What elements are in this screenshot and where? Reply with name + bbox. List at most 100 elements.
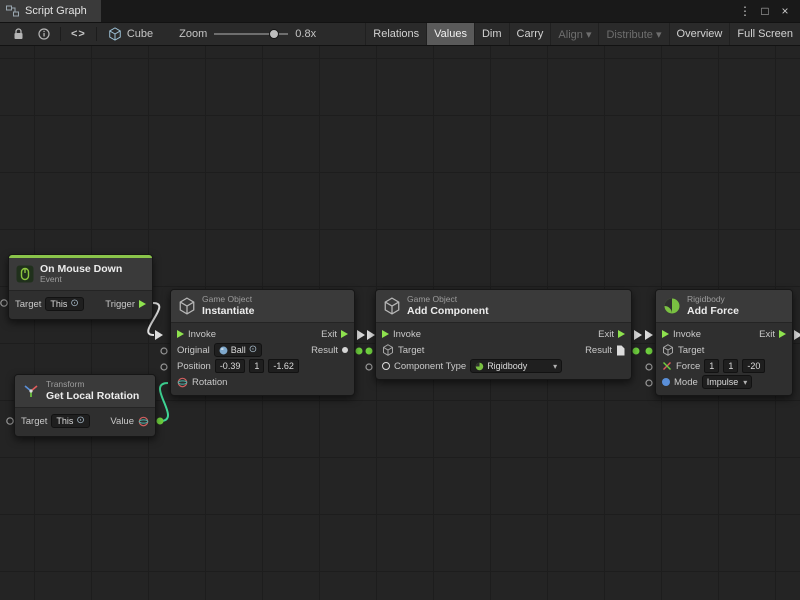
node-on-mouse-down[interactable]: On Mouse Down Event Target This ⊙ Trigge…: [8, 254, 153, 320]
info-icon[interactable]: [31, 23, 57, 45]
result-port-icon[interactable]: [342, 347, 348, 353]
node-category: Transform: [46, 380, 139, 390]
dropdown-caret-icon: ▾: [553, 362, 557, 371]
rotation-icon: [177, 377, 188, 388]
align-button[interactable]: Align ▾: [550, 23, 598, 45]
tab-script-graph[interactable]: Script Graph: [0, 0, 101, 22]
rotation-label: Rotation: [192, 377, 227, 388]
node-header[interactable]: Transform Get Local Rotation: [15, 375, 155, 408]
graph-canvas[interactable]: On Mouse Down Event Target This ⊙ Trigge…: [0, 46, 800, 600]
node-title: Get Local Rotation: [46, 390, 139, 402]
port-addcomponent-target[interactable]: [366, 348, 373, 355]
toolbar-separator: [96, 27, 97, 41]
node-header[interactable]: Game Object Add Component: [376, 290, 631, 323]
maximize-icon[interactable]: □: [756, 0, 774, 22]
target-label: Target: [398, 345, 424, 356]
target-label: Target: [678, 345, 704, 356]
toolbar-separator: [60, 27, 61, 41]
node-title: Add Component: [407, 305, 489, 317]
port-transform-target[interactable]: [7, 418, 13, 424]
node-add-component[interactable]: Game Object Add Component Invoke Exit: [375, 289, 632, 380]
port-instantiate-exit[interactable]: [357, 330, 365, 340]
zoom-slider[interactable]: [214, 28, 288, 40]
port-addcomponent-componenttype[interactable]: [366, 364, 372, 370]
node-title: Add Force: [687, 305, 739, 317]
force-x-input[interactable]: 1: [704, 359, 719, 373]
flow-out-arrow-icon[interactable]: [618, 330, 625, 338]
exit-label: Exit: [759, 329, 775, 340]
menu-icon[interactable]: ⋮: [736, 0, 754, 22]
object-picker-icon[interactable]: ⊙: [70, 299, 78, 309]
component-type-dropdown[interactable]: Rigidbody ▾: [470, 359, 562, 373]
flow-out-arrow-icon[interactable]: [341, 330, 348, 338]
close-icon[interactable]: ×: [776, 0, 794, 22]
mode-dropdown[interactable]: Impulse ▾: [702, 375, 753, 389]
port-instantiate-invoke[interactable]: [155, 330, 163, 340]
port-instantiate-result[interactable]: [356, 348, 363, 355]
overview-button[interactable]: Overview: [669, 23, 730, 45]
flow-in-arrow-icon[interactable]: [382, 330, 389, 338]
object-picker-icon[interactable]: ⊙: [249, 345, 257, 355]
lock-icon[interactable]: [6, 23, 31, 45]
relations-button[interactable]: Relations: [365, 23, 426, 45]
port-addcomponent-result[interactable]: [633, 348, 640, 355]
node-header[interactable]: Rigidbody Add Force: [656, 290, 792, 323]
graph-target[interactable]: Cube: [100, 27, 161, 41]
dropdown-caret-icon: ▾: [743, 378, 747, 387]
port-addcomponent-invoke[interactable]: [367, 330, 375, 340]
mouse-icon: [16, 265, 34, 283]
position-y-input[interactable]: 1: [249, 359, 264, 373]
dim-button[interactable]: Dim: [474, 23, 509, 45]
port-addforce-invoke[interactable]: [645, 330, 653, 340]
port-transform-value[interactable]: [157, 418, 164, 425]
values-button[interactable]: Values: [426, 23, 474, 45]
object-picker-icon[interactable]: ⊙: [76, 416, 84, 426]
rotation-icon: [138, 416, 149, 427]
flow-in-arrow-icon[interactable]: [662, 330, 669, 338]
port-instantiate-position[interactable]: [161, 364, 167, 370]
port-addforce-mode[interactable]: [646, 380, 652, 386]
cube-icon: [108, 27, 122, 41]
component-doc-icon: [616, 345, 625, 356]
gameobject-small-icon: [382, 344, 394, 356]
fullscreen-button[interactable]: Full Screen: [729, 23, 800, 45]
port-onmousedown-target[interactable]: [1, 300, 7, 306]
target-object-field[interactable]: This ⊙: [51, 414, 89, 428]
distribute-button[interactable]: Distribute ▾: [598, 23, 668, 45]
gameobject-icon: [383, 297, 401, 315]
transform-icon: [22, 382, 40, 400]
zoom-knob[interactable]: [269, 29, 279, 39]
wire-rotation-value[interactable]: [160, 383, 168, 421]
toolbar-buttons: Relations Values Dim Carry Align ▾ Distr…: [365, 23, 800, 45]
port-addforce-force[interactable]: [646, 364, 652, 370]
position-x-input[interactable]: -0.39: [215, 359, 246, 373]
position-label: Position: [177, 361, 211, 372]
flow-in-arrow-icon[interactable]: [177, 330, 184, 338]
forcemode-icon: [662, 378, 670, 386]
port-addforce-exit[interactable]: [794, 330, 800, 340]
carry-button[interactable]: Carry: [509, 23, 551, 45]
rigidbody-small-icon: [475, 362, 484, 371]
window-controls: ⋮ □ ×: [736, 0, 800, 22]
zoom-value: 0.8x: [295, 28, 316, 40]
original-object-field[interactable]: Ball ⊙: [214, 343, 262, 357]
port-instantiate-original[interactable]: [161, 348, 167, 354]
trigger-label: Trigger: [105, 299, 135, 310]
flow-out-arrow-icon[interactable]: [139, 300, 146, 308]
port-addcomponent-exit[interactable]: [634, 330, 642, 340]
force-label: Force: [676, 361, 700, 372]
force-y-input[interactable]: 1: [723, 359, 738, 373]
code-view-icon[interactable]: <>: [64, 23, 93, 45]
flow-out-arrow-icon[interactable]: [779, 330, 786, 338]
node-add-force[interactable]: Rigidbody Add Force Invoke Exit: [655, 289, 793, 396]
node-header[interactable]: Game Object Instantiate: [171, 290, 354, 323]
titlebar: Script Graph ⋮ □ ×: [0, 0, 800, 22]
port-addforce-target[interactable]: [646, 348, 653, 355]
vector3-icon: [662, 361, 672, 371]
target-object-field[interactable]: This ⊙: [45, 297, 83, 311]
node-header[interactable]: On Mouse Down Event: [9, 258, 152, 291]
node-instantiate[interactable]: Game Object Instantiate Invoke Exit Orig…: [170, 289, 355, 396]
node-get-local-rotation[interactable]: Transform Get Local Rotation Target This…: [14, 374, 156, 437]
position-z-input[interactable]: -1.62: [268, 359, 299, 373]
force-z-input[interactable]: -20: [742, 359, 765, 373]
